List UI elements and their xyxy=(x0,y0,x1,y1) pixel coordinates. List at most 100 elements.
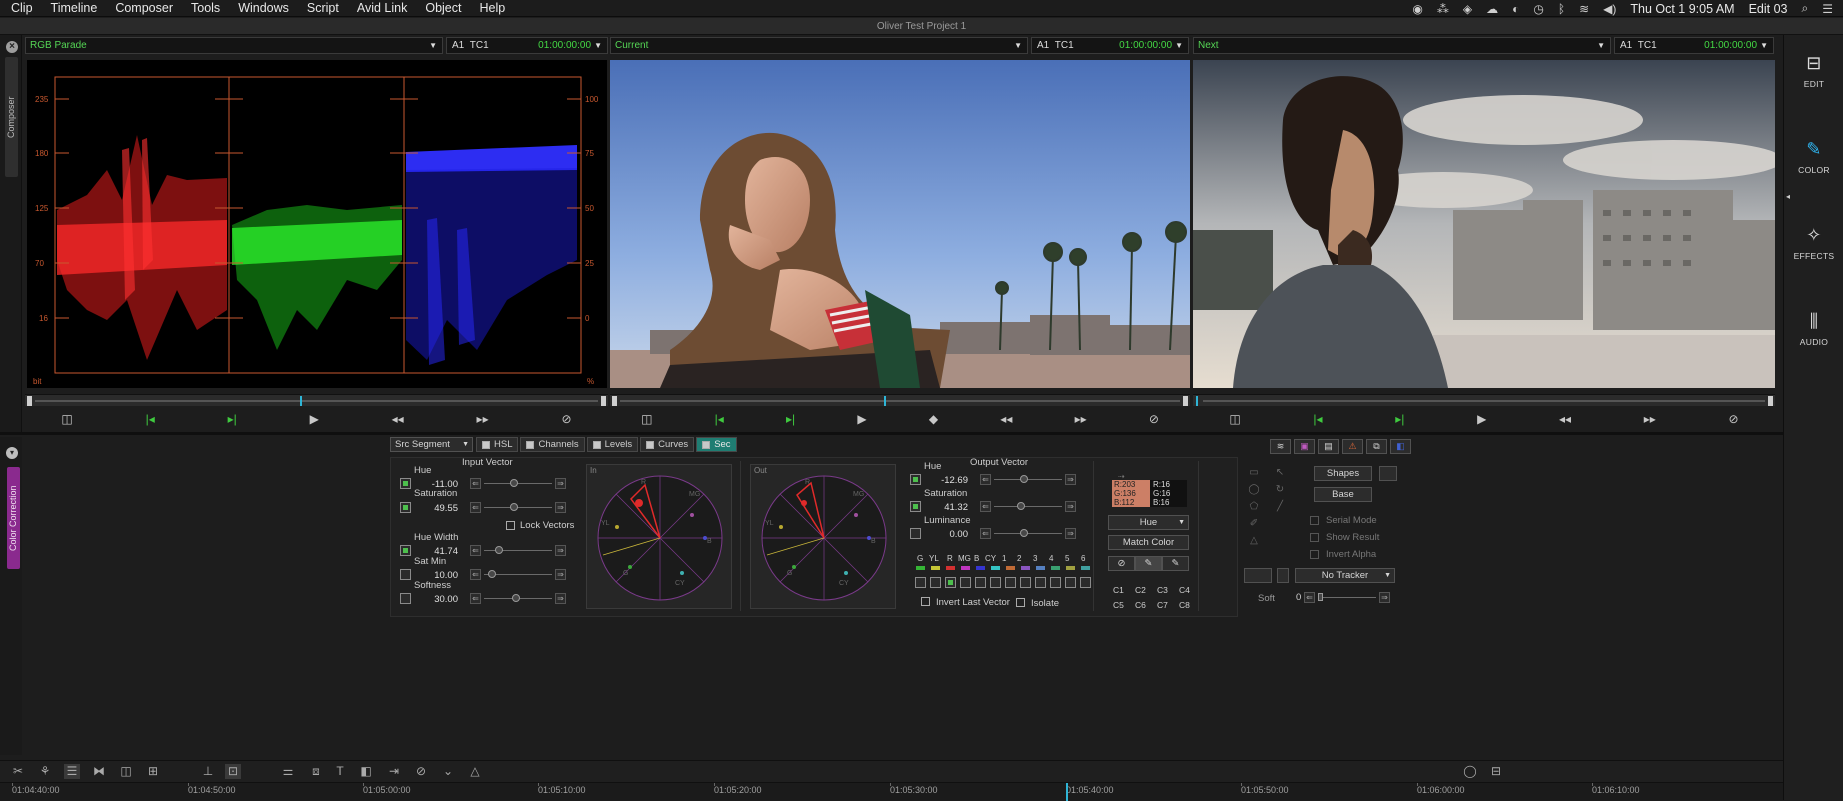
bucket-c5[interactable]: C5 xyxy=(1113,600,1124,610)
playhead[interactable] xyxy=(300,396,302,406)
split-view-icon[interactable]: ◫ xyxy=(641,412,652,426)
menu-timeline[interactable]: Timeline xyxy=(42,1,107,15)
soft-value[interactable]: 0 xyxy=(1296,592,1301,603)
menu-script[interactable]: Script xyxy=(298,1,348,15)
sat-min-enable[interactable] xyxy=(400,569,411,580)
arrow-left-icon[interactable]: ⇐ xyxy=(980,528,991,539)
input-vectorscope[interactable]: In R MG B CY G YL xyxy=(586,464,732,609)
tc-display-3[interactable]: A1 TC1 01:00:00:00 ▼ xyxy=(1614,37,1774,54)
color-correction-tab[interactable]: Color Correction xyxy=(7,467,20,569)
slider-knob[interactable] xyxy=(1020,475,1028,483)
timeline-playhead[interactable] xyxy=(1066,783,1068,801)
menu-composer[interactable]: Composer xyxy=(106,1,182,15)
invert-alpha-checkbox[interactable] xyxy=(1310,550,1319,559)
slider-knob[interactable] xyxy=(495,546,503,554)
menu-windows[interactable]: Windows xyxy=(229,1,298,15)
menu-tools[interactable]: Tools xyxy=(182,1,229,15)
enable-checkbox[interactable] xyxy=(526,440,535,449)
tab-sec[interactable]: Sec xyxy=(696,437,737,452)
luminance-slider[interactable]: ⇐ ⇒ xyxy=(980,528,1076,539)
shapes-option-button[interactable] xyxy=(1379,466,1397,481)
input-saturation-value[interactable]: 49.55 xyxy=(414,503,458,514)
arrow-left-icon[interactable]: ⇐ xyxy=(470,593,481,604)
tracker-dropdown[interactable]: No Tracker ▼ xyxy=(1295,568,1395,583)
arrow-right-icon[interactable]: ⇒ xyxy=(555,502,566,513)
output-hue-value[interactable]: -12.69 xyxy=(924,475,968,486)
eyedropper-target-button[interactable]: ✎ xyxy=(1162,556,1189,571)
mark-out-icon[interactable]: ▸| xyxy=(1395,412,1404,426)
playhead[interactable] xyxy=(1196,396,1198,406)
arrow-left-icon[interactable]: ⇐ xyxy=(470,545,481,556)
split-icon[interactable]: ◫ xyxy=(118,764,134,779)
isolate-checkbox[interactable] xyxy=(1016,598,1025,607)
mark-out-icon[interactable]: ▸| xyxy=(786,412,795,426)
polygon-icon[interactable]: ⬠ xyxy=(1244,498,1264,515)
preset-toggle[interactable] xyxy=(1050,577,1061,588)
arrow-left-icon[interactable]: ⇐ xyxy=(470,569,481,580)
position-bar-1[interactable] xyxy=(25,394,608,406)
split-view-icon[interactable]: ◫ xyxy=(61,412,72,426)
soft-slider[interactable]: ⇐ ⇒ xyxy=(1304,592,1390,603)
eyedropper-source-button[interactable]: ✎ xyxy=(1135,556,1162,571)
enable-checkbox[interactable] xyxy=(646,440,655,449)
preset-toggle[interactable] xyxy=(930,577,941,588)
enable-checkbox[interactable] xyxy=(482,440,490,449)
preset-toggle[interactable] xyxy=(1035,577,1046,588)
preset-toggle[interactable] xyxy=(1065,577,1076,588)
play-icon[interactable]: ▶ xyxy=(857,412,866,426)
match-color-target[interactable]: R:16 G:16 B:16 xyxy=(1150,480,1187,507)
arrow-right-icon[interactable]: ⇒ xyxy=(1065,528,1076,539)
slider-knob[interactable] xyxy=(1318,593,1323,601)
slider-knob[interactable] xyxy=(510,503,518,511)
close-icon[interactable]: × xyxy=(6,41,18,53)
preset-toggle[interactable] xyxy=(990,577,1001,588)
cloud-icon[interactable]: ☁ xyxy=(1486,2,1498,16)
base-button[interactable]: Base xyxy=(1314,487,1372,502)
bucket-c4[interactable]: C4 xyxy=(1179,585,1190,595)
step-back-icon[interactable]: ◂◂ xyxy=(392,412,404,426)
output-saturation-slider[interactable]: ⇐ ⇒ xyxy=(980,501,1076,512)
output-saturation-enable[interactable] xyxy=(910,501,921,512)
preset-toggle[interactable] xyxy=(915,577,926,588)
tab-hsl[interactable]: HSL xyxy=(476,437,519,452)
bucket-c8[interactable]: C8 xyxy=(1179,600,1190,610)
film-icon[interactable]: ⊟ xyxy=(1488,764,1504,779)
brush-icon[interactable]: ✐ xyxy=(1244,515,1264,532)
remove-effect-icon[interactable]: ⊘ xyxy=(561,412,571,426)
sidebar-item-audio[interactable]: ⫼ AUDIO xyxy=(1784,311,1843,347)
smart-tool-icon[interactable]: ⚘ xyxy=(37,764,53,779)
select-arrow-icon[interactable]: ↖ xyxy=(1270,464,1290,481)
lock-vectors-checkbox[interactable] xyxy=(506,521,515,530)
slider-knob[interactable] xyxy=(1017,502,1025,510)
arrow-right-icon[interactable]: ⇒ xyxy=(1065,474,1076,485)
luminance-enable[interactable] xyxy=(910,528,921,539)
output-hue-enable[interactable] xyxy=(910,474,921,485)
position-bar-3[interactable] xyxy=(1193,394,1775,406)
timeline-ruler[interactable]: 01:04:40:00 01:04:50:00 01:05:00:00 01:0… xyxy=(0,782,1783,801)
input-saturation-slider[interactable]: ⇐ ⇒ xyxy=(470,502,566,513)
arrow-right-icon[interactable]: ⇒ xyxy=(555,478,566,489)
luminance-value[interactable]: 0.00 xyxy=(924,529,969,540)
input-hue-enable[interactable] xyxy=(400,478,411,489)
panel-divider[interactable] xyxy=(0,432,1843,435)
bucket-c2[interactable]: C2 xyxy=(1135,585,1146,595)
menu-help[interactable]: Help xyxy=(471,1,515,15)
layers-icon[interactable]: ⧈ xyxy=(308,764,324,779)
sequence-icon[interactable]: ◧ xyxy=(358,764,374,779)
histogram-icon[interactable]: ▤ xyxy=(1318,439,1339,454)
arrow-right-icon[interactable]: ⇒ xyxy=(1065,501,1076,512)
collapse-icon[interactable]: ▾ xyxy=(6,447,18,459)
export-icon[interactable]: ⇥ xyxy=(386,764,402,779)
status-icon[interactable]: ◉ xyxy=(1412,2,1422,16)
mark-out-icon[interactable]: ▸| xyxy=(228,412,237,426)
arrow-left-icon[interactable]: ⇐ xyxy=(1304,592,1315,603)
tracker-toggle[interactable] xyxy=(1277,568,1289,583)
arrow-left-icon[interactable]: ⇐ xyxy=(470,478,481,489)
overwrite-icon[interactable]: ⊡ xyxy=(225,764,241,779)
time-machine-icon[interactable]: ◷ xyxy=(1533,2,1543,16)
arrow-right-icon[interactable]: ⇒ xyxy=(555,593,566,604)
output-saturation-value[interactable]: 41.32 xyxy=(924,502,968,513)
preview-icon[interactable]: ▣ xyxy=(1294,439,1315,454)
softness-enable[interactable] xyxy=(400,593,411,604)
hue-width-slider[interactable]: ⇐ ⇒ xyxy=(470,545,566,556)
